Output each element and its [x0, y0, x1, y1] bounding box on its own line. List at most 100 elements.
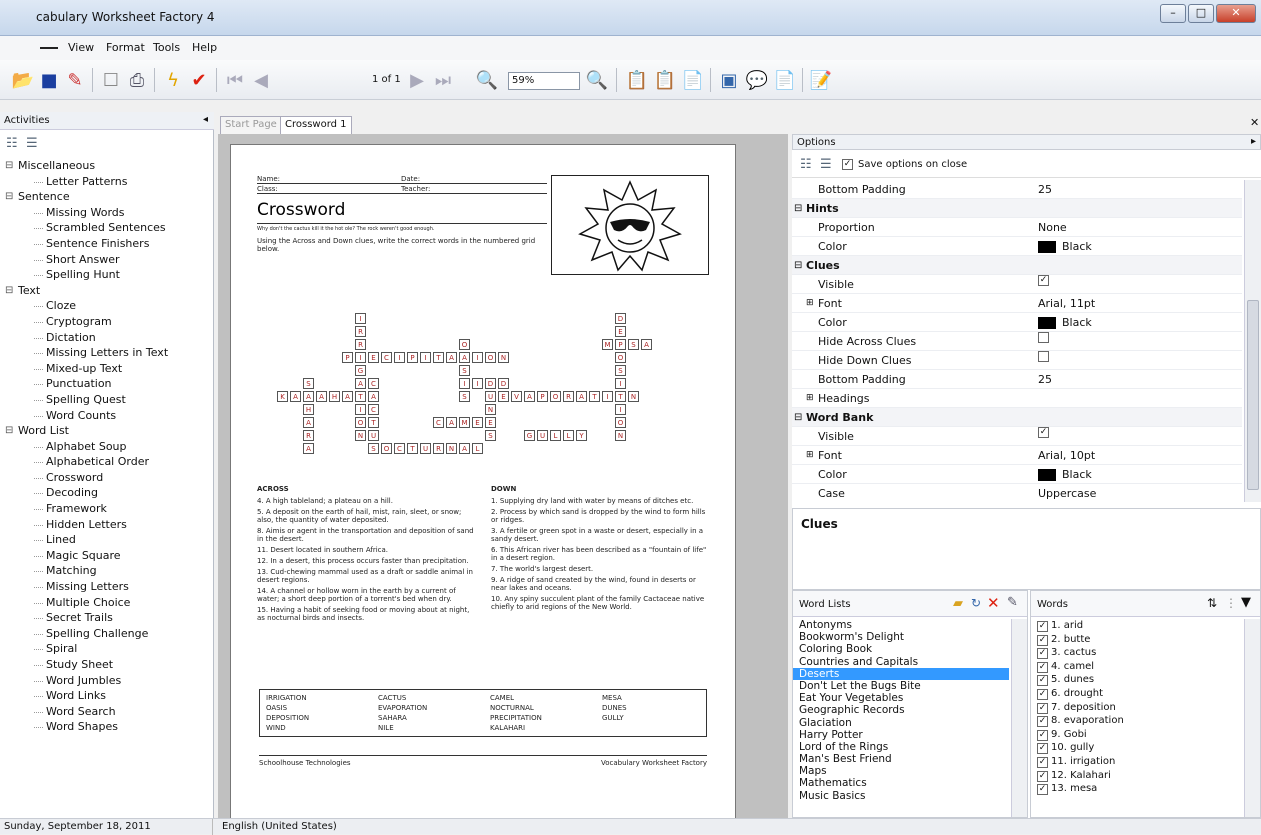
- option-value[interactable]: Arial, 10pt: [1038, 446, 1095, 465]
- tree-item[interactable]: Word Counts: [0, 408, 210, 424]
- tree-item[interactable]: Letter Patterns: [0, 174, 210, 190]
- tree-item[interactable]: Spelling Quest: [0, 392, 210, 408]
- open-icon[interactable]: 📂: [10, 68, 36, 92]
- word-item[interactable]: ✓ 10. gully: [1031, 741, 1243, 755]
- option-value[interactable]: Black: [1038, 465, 1092, 484]
- word-list-item[interactable]: Lord of the Rings: [793, 741, 1009, 753]
- option-checkbox[interactable]: ✓: [1038, 275, 1049, 286]
- word-lists-scrollbar[interactable]: [1011, 619, 1027, 817]
- tree-category[interactable]: Text: [0, 283, 210, 299]
- tree-item[interactable]: Missing Letters in Text: [0, 345, 210, 361]
- collapse-icon[interactable]: ⊟: [794, 199, 802, 218]
- tree-item[interactable]: Spelling Hunt: [0, 267, 210, 283]
- option-value[interactable]: [1038, 351, 1049, 362]
- word-list-item[interactable]: Don't Let the Bugs Bite: [793, 680, 1009, 692]
- minimize-button[interactable]: –: [1160, 4, 1186, 23]
- tree-item[interactable]: Missing Words: [0, 205, 210, 221]
- collapse-icon[interactable]: ⊟: [794, 408, 802, 427]
- sort-icon[interactable]: ⇅: [1207, 596, 1217, 610]
- tree-item[interactable]: Multiple Choice: [0, 595, 210, 611]
- word-item[interactable]: ✓ 4. camel: [1031, 660, 1243, 674]
- word-list-item[interactable]: Harry Potter: [793, 729, 1009, 741]
- word-checkbox[interactable]: ✓: [1037, 661, 1048, 673]
- word-list-item[interactable]: Coloring Book: [793, 643, 1009, 655]
- word-item[interactable]: ✓ 6. drought: [1031, 687, 1243, 701]
- options-row[interactable]: Case Uppercase: [792, 484, 1242, 502]
- option-value[interactable]: None: [1038, 218, 1067, 237]
- word-item[interactable]: ✓ 1. arid: [1031, 619, 1243, 633]
- option-checkbox[interactable]: [1038, 332, 1049, 343]
- tab-crossword-1[interactable]: Crossword 1: [280, 116, 352, 134]
- expand-icon[interactable]: ⊞: [806, 294, 814, 313]
- image-icon[interactable]: ▣: [716, 68, 742, 92]
- columns-icon[interactable]: ⋮: [1225, 596, 1237, 610]
- options-row[interactable]: Color Black: [792, 313, 1242, 332]
- options-scrollbar[interactable]: [1244, 180, 1261, 502]
- tree-item[interactable]: Spelling Challenge: [0, 626, 210, 642]
- tree-item[interactable]: Magic Square: [0, 548, 210, 564]
- options-row[interactable]: Visible ✓: [792, 275, 1242, 294]
- option-value[interactable]: Black: [1038, 313, 1092, 332]
- close-button[interactable]: ✕: [1216, 4, 1256, 23]
- option-checkbox[interactable]: [1038, 351, 1049, 362]
- option-value[interactable]: Uppercase: [1038, 484, 1096, 502]
- check-icon[interactable]: ✔: [186, 68, 212, 92]
- save-icon[interactable]: ■: [36, 68, 62, 92]
- tree-item[interactable]: Framework: [0, 501, 210, 517]
- word-checkbox[interactable]: ✓: [1037, 702, 1048, 714]
- print-icon[interactable]: ⎙: [124, 68, 150, 92]
- first-page-icon[interactable]: ⏮: [222, 68, 248, 92]
- tree-item[interactable]: Alphabetical Order: [0, 454, 210, 470]
- tree-category[interactable]: Word List: [0, 423, 210, 439]
- folder-icon[interactable]: ▰: [953, 596, 963, 611]
- tree-item[interactable]: Matching: [0, 563, 210, 579]
- option-value[interactable]: Arial, 11pt: [1038, 294, 1095, 313]
- page-setup-icon[interactable]: 📋: [624, 68, 650, 92]
- word-list-item[interactable]: Deserts: [793, 667, 1009, 680]
- options-row[interactable]: Proportion None: [792, 218, 1242, 237]
- generate-icon[interactable]: ϟ: [160, 68, 186, 92]
- tree-item[interactable]: Sentence Finishers: [0, 236, 210, 252]
- menu-format[interactable]: Format: [106, 41, 145, 54]
- option-value[interactable]: 25: [1038, 370, 1052, 389]
- callout-icon[interactable]: 💬: [744, 68, 770, 92]
- option-value[interactable]: [1038, 332, 1049, 343]
- tree-item[interactable]: Word Search: [0, 704, 210, 720]
- tree-category[interactable]: Sentence: [0, 189, 210, 205]
- zoom-out-icon[interactable]: 🔍: [474, 68, 500, 92]
- new-page-icon[interactable]: ☐: [98, 68, 124, 92]
- word-checkbox[interactable]: ✓: [1037, 716, 1048, 728]
- tree-item[interactable]: Scrambled Sentences: [0, 220, 210, 236]
- word-list-item[interactable]: Glaciation: [793, 717, 1009, 729]
- collapse-all-icon[interactable]: ☰: [26, 136, 38, 151]
- tree-item[interactable]: Missing Letters: [0, 579, 210, 595]
- word-item[interactable]: ✓ 9. Gobi: [1031, 728, 1243, 742]
- word-checkbox[interactable]: ✓: [1037, 688, 1048, 700]
- tree-item[interactable]: Secret Trails: [0, 610, 210, 626]
- tree-item[interactable]: Decoding: [0, 485, 210, 501]
- next-page-icon[interactable]: ▶: [404, 68, 430, 92]
- tree-item[interactable]: Short Answer: [0, 252, 210, 268]
- previous-page-icon[interactable]: ◀: [248, 68, 274, 92]
- word-list-item[interactable]: Countries and Capitals: [793, 656, 1009, 668]
- word-item[interactable]: ✓ 12. Kalahari: [1031, 769, 1243, 783]
- word-checkbox[interactable]: ✓: [1037, 621, 1048, 632]
- word-list-item[interactable]: Mathematics: [793, 777, 1009, 789]
- tree-item[interactable]: Alphabet Soup: [0, 439, 210, 455]
- collapse-panel-icon[interactable]: ◂: [203, 114, 208, 125]
- options-row[interactable]: Bottom Padding 25: [792, 370, 1242, 389]
- tree-item[interactable]: Punctuation: [0, 376, 210, 392]
- filter-icon[interactable]: ▼: [1241, 595, 1251, 610]
- tree-item[interactable]: Spiral: [0, 641, 210, 657]
- collapse-icon[interactable]: ⊟: [794, 256, 802, 275]
- menu-tools[interactable]: Tools: [153, 41, 180, 54]
- options-row[interactable]: Hide Down Clues: [792, 351, 1242, 370]
- tree-item[interactable]: Word Jumbles: [0, 673, 210, 689]
- tree-item[interactable]: Word Links: [0, 688, 210, 704]
- tree-item[interactable]: Study Sheet: [0, 657, 210, 673]
- word-checkbox[interactable]: ✓: [1037, 743, 1048, 755]
- word-list-item[interactable]: Geographic Records: [793, 704, 1009, 716]
- zoom-in-icon[interactable]: 🔍: [584, 68, 610, 92]
- options-row[interactable]: Color Black: [792, 465, 1242, 484]
- word-checkbox[interactable]: ✓: [1037, 784, 1048, 796]
